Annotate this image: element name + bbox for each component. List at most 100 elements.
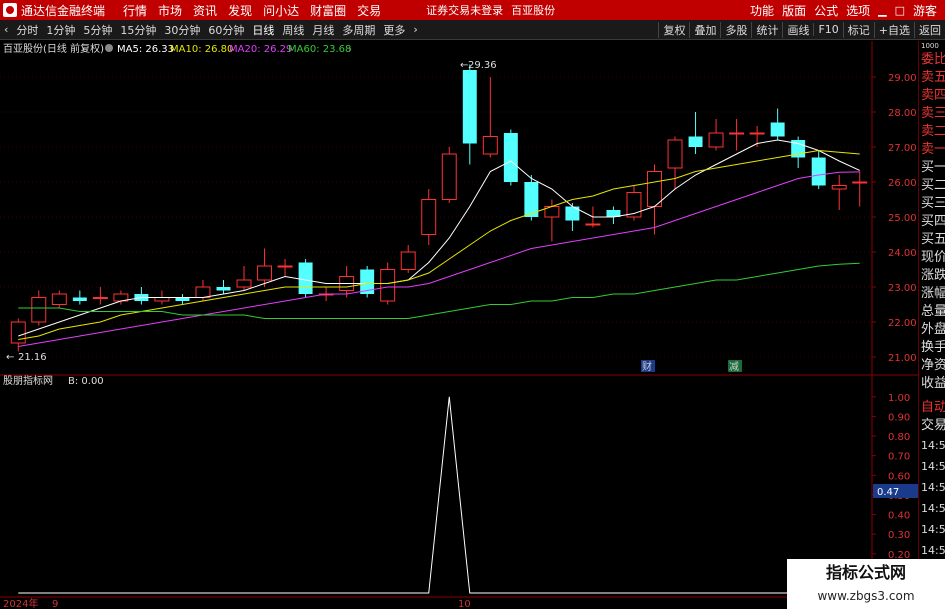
low-price-label: 21.16 xyxy=(18,352,47,363)
app-title: 通达信金融终端 xyxy=(21,3,106,18)
date-label-year: 2024年 xyxy=(3,597,38,609)
duogu-button[interactable]: 多股 xyxy=(720,21,751,38)
sidebar-item: 卖二 xyxy=(921,124,945,139)
collapse-icon[interactable]: ‹ xyxy=(0,23,12,36)
candle-body-up xyxy=(277,265,293,268)
sidebar-item: 卖三 xyxy=(921,106,945,121)
menu-hangqing[interactable]: 行情 xyxy=(123,2,147,19)
tab-1min[interactable]: 1分钟 xyxy=(42,22,79,38)
app-window: 通达信金融终端 行情 市场 资讯 发现 问小达 财富圈 交易 证券交易未登录 百… xyxy=(0,0,945,609)
indicator-title: 股朋指标网 xyxy=(3,374,53,387)
maximize-icon[interactable]: □ xyxy=(895,4,905,17)
fuquan-button[interactable]: 复权 xyxy=(658,21,689,38)
expand-chevron-icon[interactable]: › xyxy=(348,44,352,55)
sidebar-top-small: 1000 xyxy=(921,42,939,50)
tab-multi-period[interactable]: 多周期 xyxy=(338,22,379,38)
menu-banmian[interactable]: 版面 xyxy=(782,2,806,19)
candle-body-up xyxy=(749,132,765,135)
cursor-value: 0.47 xyxy=(877,487,899,498)
high-arrow-icon: ← xyxy=(460,60,468,71)
menu-gongshi[interactable]: 公式 xyxy=(814,2,838,19)
f10-button[interactable]: F10 xyxy=(813,23,842,36)
date-label-sep: 9 xyxy=(52,599,58,609)
candle-body-down xyxy=(462,70,477,144)
sidebar-item: 委比 xyxy=(921,52,945,67)
ma10-label: MA10: 26.80 xyxy=(170,44,233,55)
menu-wenxiaoda[interactable]: 问小达 xyxy=(263,2,299,19)
tab-monthly[interactable]: 月线 xyxy=(308,22,338,38)
sidebar-time: 14:56 xyxy=(921,502,945,515)
menu-jiaoyi[interactable]: 交易 xyxy=(357,2,381,19)
tab-30min[interactable]: 30分钟 xyxy=(160,22,204,38)
add-watchlist-button[interactable]: +自选 xyxy=(873,21,914,38)
indicator-line xyxy=(18,396,860,594)
ma60-label: MA60: 23.68 xyxy=(288,44,351,55)
sidebar-time: 14:56 xyxy=(921,460,945,473)
tab-more[interactable]: 更多 xyxy=(379,22,409,38)
candle-body-up xyxy=(154,297,170,302)
price-tick-label: 24.00 xyxy=(888,248,917,259)
tab-60min[interactable]: 60分钟 xyxy=(204,22,248,38)
candle-body-up xyxy=(667,139,683,169)
sidebar-item: 买三 xyxy=(921,196,945,211)
tab-weekly[interactable]: 周线 xyxy=(278,22,308,38)
candle-body-up xyxy=(708,132,724,148)
huaxian-button[interactable]: 画线 xyxy=(782,21,813,38)
watermark: 指标公式网 www.zbgs3.com xyxy=(787,559,945,609)
candle-body-up xyxy=(236,279,252,288)
settings-icon[interactable] xyxy=(105,44,113,52)
sidebar-item: 收益 xyxy=(921,376,945,391)
sidebar-item: 外盘 xyxy=(921,322,945,337)
indicator-value: B: 0.00 xyxy=(68,376,104,387)
sidebar-auto[interactable]: 自动 xyxy=(919,399,945,417)
menu-caifuquan[interactable]: 财富圈 xyxy=(310,2,346,19)
back-button[interactable]: 返回 xyxy=(914,21,945,38)
sidebar-items: 委比 卖五 卖四 卖三 卖二 卖一 买一 买二 买三 买四 买五 现价 涨跌 涨幅 总量 外盘 换手 净资 收益 xyxy=(919,51,945,393)
menu-zixun[interactable]: 资讯 xyxy=(193,2,217,19)
guest-label[interactable]: 游客 xyxy=(913,2,937,19)
candle-body-up xyxy=(831,185,847,190)
diejia-button[interactable]: 叠加 xyxy=(689,21,720,38)
indicator-tick-label: 0.70 xyxy=(888,452,910,463)
tab-daily[interactable]: 日线 xyxy=(248,22,278,38)
biaoji-button[interactable]: 标记 xyxy=(842,21,874,38)
trade-login-notice[interactable]: 证券交易未登录 xyxy=(426,2,504,18)
ma20-label: MA20: 26.29 xyxy=(229,44,292,55)
sidebar-item: 涨幅 xyxy=(921,286,945,301)
sidebar-item: 买五 xyxy=(921,232,945,247)
watermark-line1: 指标公式网 xyxy=(825,563,906,582)
more-chevron-icon[interactable]: › xyxy=(409,23,421,36)
menu-xuanxiang[interactable]: 选项 xyxy=(846,2,870,19)
candle-body-up xyxy=(10,321,26,344)
tongji-button[interactable]: 统计 xyxy=(751,21,782,38)
candle-body-up xyxy=(729,132,745,135)
indicator-tick-label: 0.30 xyxy=(888,530,910,541)
sidebar-trade[interactable]: 交易 xyxy=(919,417,945,435)
chart-area[interactable]: 29.00 28.00 27.00 26.00 25.00 24.00 23.00 22.00… xyxy=(0,41,945,609)
candle-body-up xyxy=(400,251,416,270)
candle-body-down xyxy=(770,122,785,137)
menu-gongneng[interactable]: 功能 xyxy=(750,2,774,19)
ma-line-ma20 xyxy=(18,171,860,347)
minimize-icon[interactable]: ▁ xyxy=(878,4,886,17)
candle-body-up xyxy=(257,265,273,281)
price-tick-label: 29.00 xyxy=(888,73,917,84)
ma-line-ma5 xyxy=(18,139,860,337)
tab-5min[interactable]: 5分钟 xyxy=(79,22,116,38)
menu-faxian[interactable]: 发现 xyxy=(228,2,252,19)
date-label-oct: 10 xyxy=(458,599,471,609)
candle-body-up xyxy=(92,297,108,299)
candle-body-down xyxy=(175,297,190,301)
indicator-tick-label: 0.60 xyxy=(888,471,910,482)
tab-fenshi[interactable]: 分时 xyxy=(12,22,42,38)
low-arrow-icon: ← xyxy=(6,352,14,363)
menu-shichang[interactable]: 市场 xyxy=(158,2,182,19)
sidebar-item: 涨跌 xyxy=(921,268,945,283)
candle-body-up xyxy=(647,171,662,207)
candle-body-down xyxy=(688,136,703,147)
candle-body-down xyxy=(216,287,231,291)
price-tick-label: 23.00 xyxy=(888,283,917,294)
sidebar-item: 卖四 xyxy=(921,88,945,103)
candle-body-up xyxy=(482,136,498,155)
tab-15min[interactable]: 15分钟 xyxy=(116,22,160,38)
